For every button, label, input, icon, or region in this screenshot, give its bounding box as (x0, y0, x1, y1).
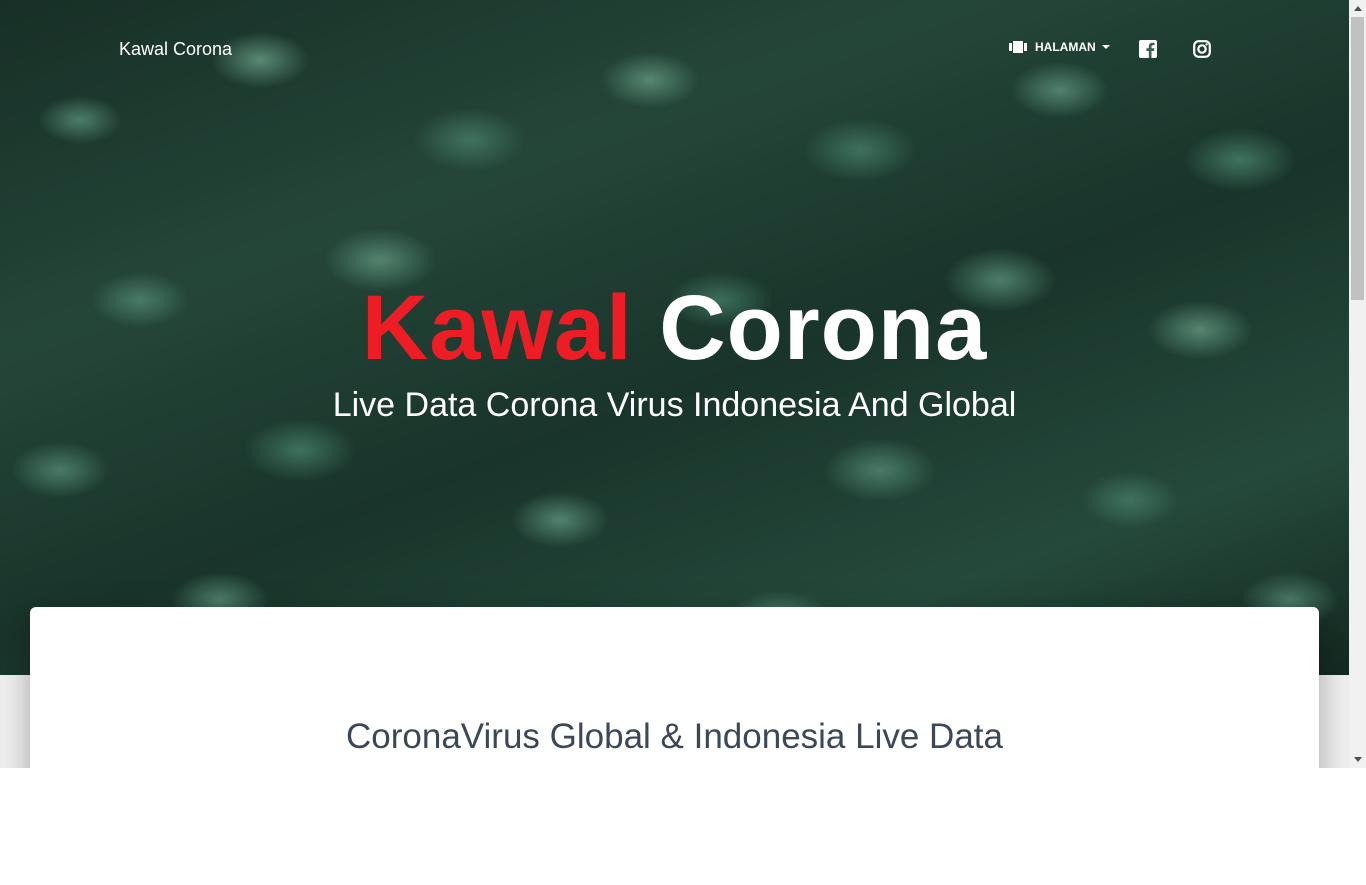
view-carousel-icon (1009, 41, 1027, 53)
arrow-down-icon (1353, 757, 1362, 762)
hero-title-corona: Corona (659, 277, 988, 379)
browser-viewport: Kawal Corona HALAMAN Kawal Corona Live D… (0, 0, 1349, 768)
scroll-down-button[interactable] (1349, 751, 1366, 768)
navbar-brand[interactable]: Kawal Corona (119, 39, 232, 60)
section-heading: CoronaVirus Global & Indonesia Live Data (346, 717, 1003, 756)
main-content-card: CoronaVirus Global & Indonesia Live Data (30, 607, 1319, 768)
vertical-scrollbar[interactable] (1349, 0, 1366, 768)
blank-area (0, 768, 1366, 885)
instagram-icon[interactable] (1193, 40, 1211, 58)
arrow-up-icon (1353, 6, 1362, 11)
hero-header: Kawal Corona HALAMAN Kawal Corona Live D… (0, 0, 1349, 675)
hero-subtitle: Live Data Corona Virus Indonesia And Glo… (332, 386, 1017, 424)
facebook-icon[interactable] (1139, 40, 1157, 58)
scrollbar-thumb[interactable] (1351, 17, 1364, 300)
hero-title-kawal: Kawal (361, 277, 633, 379)
caret-down-icon (1101, 45, 1110, 49)
halaman-label: HALAMAN (1035, 40, 1096, 54)
hero-title: Kawal Corona (0, 278, 1349, 378)
scroll-up-button[interactable] (1349, 0, 1366, 17)
halaman-dropdown[interactable]: HALAMAN (1009, 40, 1110, 54)
